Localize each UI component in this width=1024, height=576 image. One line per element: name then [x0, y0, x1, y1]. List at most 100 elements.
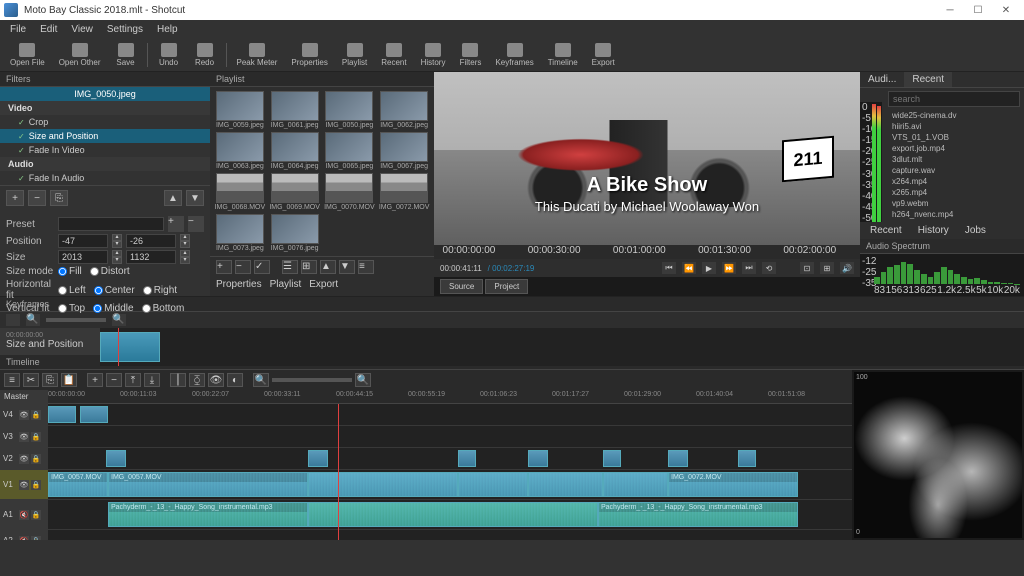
clip[interactable] — [48, 406, 76, 423]
subtab-recent[interactable]: Recent — [864, 224, 908, 237]
timeline-button[interactable]: Timeline — [542, 41, 584, 69]
export-button[interactable]: Export — [586, 41, 621, 69]
playlist-check-button[interactable]: ✓ — [254, 260, 270, 274]
playlist-remove-button[interactable]: − — [235, 260, 251, 274]
tab-properties[interactable]: Properties — [216, 279, 262, 290]
search-input[interactable] — [888, 91, 1020, 107]
clip[interactable] — [528, 450, 548, 467]
playlist-item[interactable]: IMG_0068.MOV — [214, 173, 266, 211]
master-label[interactable]: Master — [0, 390, 48, 404]
minimize-button[interactable]: ─ — [936, 1, 964, 19]
video-viewer[interactable]: 211 A Bike Show This Ducati by Michael W… — [434, 72, 860, 245]
playlist-add-button[interactable]: + — [216, 260, 232, 274]
menu-settings[interactable]: Settings — [101, 22, 149, 37]
tab-project[interactable]: Project — [485, 279, 528, 294]
close-button[interactable]: ✕ — [992, 1, 1020, 19]
clip[interactable] — [308, 472, 458, 497]
track-v1-header[interactable]: V1👁🔒 — [0, 470, 48, 499]
recent-item[interactable]: x264.mp4 — [884, 176, 1024, 187]
size-h-input[interactable] — [126, 250, 176, 264]
clip[interactable] — [308, 450, 328, 467]
playlist-item[interactable]: IMG_0062.jpeg — [378, 91, 430, 129]
tab-audio[interactable]: Audi... — [860, 72, 904, 87]
skip-start-button[interactable]: ⏮ — [662, 262, 676, 274]
tl-copy-button[interactable]: ⎘ — [42, 373, 58, 387]
playlist-item[interactable]: IMG_0067.jpeg — [378, 132, 430, 170]
remove-filter-button[interactable]: − — [28, 190, 46, 206]
loop-button[interactable]: ⟲ — [762, 262, 776, 274]
clip[interactable] — [528, 472, 603, 497]
save-button[interactable]: Save — [109, 41, 143, 69]
playlist-item[interactable]: IMG_0073.jpeg — [214, 214, 266, 252]
playlist-item[interactable]: IMG_0050.jpeg — [324, 91, 376, 129]
tl-zoom-out-button[interactable]: 🔍 — [253, 373, 269, 387]
keyframes-button[interactable]: Keyframes — [489, 41, 539, 69]
clip[interactable]: IMG_0057.MOV — [108, 472, 308, 497]
open-file-button[interactable]: Open File — [4, 41, 51, 69]
playlist-item[interactable]: IMG_0070.MOV — [324, 173, 376, 211]
clip[interactable] — [603, 472, 668, 497]
playlist-item[interactable]: IMG_0076.jpeg — [269, 214, 321, 252]
clip[interactable] — [308, 502, 598, 527]
playlist-grid-view-button[interactable]: ⊞ — [301, 260, 317, 274]
clip[interactable]: Pachyderm_-_13_-_Happy_Song_instrumental… — [108, 502, 308, 527]
tl-remove-button[interactable]: − — [106, 373, 122, 387]
position-x-input[interactable] — [58, 234, 108, 248]
filter-fade-in-audio[interactable]: Fade In Audio — [0, 171, 210, 185]
preset-select[interactable] — [58, 217, 164, 231]
kf-menu-button[interactable] — [6, 314, 20, 326]
clip[interactable] — [106, 450, 126, 467]
preview-ruler[interactable]: 00:00:00:00 00:00:30:00 00:01:00:00 00:0… — [434, 245, 860, 259]
preset-add-button[interactable]: + — [168, 216, 184, 232]
recent-item[interactable]: VTS_01_1.VOB — [884, 132, 1024, 143]
clip[interactable] — [458, 472, 528, 497]
peak-meter-button[interactable]: Peak Meter — [231, 41, 284, 69]
move-down-button[interactable]: ▼ — [186, 190, 204, 206]
playlist-item[interactable]: IMG_0063.jpeg — [214, 132, 266, 170]
tl-zoom-slider[interactable] — [272, 378, 352, 382]
playlist-item[interactable]: IMG_0064.jpeg — [269, 132, 321, 170]
subtab-jobs[interactable]: Jobs — [959, 224, 992, 237]
track-a2-header[interactable]: A2🔇🔒 — [0, 530, 48, 540]
recent-item[interactable]: hevc_nvenc.mp4 — [884, 220, 1024, 222]
add-filter-button[interactable]: + — [6, 190, 24, 206]
playlist-item[interactable]: IMG_0065.jpeg — [324, 132, 376, 170]
filters-button[interactable]: Filters — [453, 41, 487, 69]
zoom-fit-button[interactable]: ⊡ — [800, 262, 814, 274]
recent-item[interactable]: 3dlut.mlt — [884, 154, 1024, 165]
recent-button[interactable]: Recent — [375, 41, 412, 69]
kf-track[interactable] — [100, 328, 1024, 366]
clip[interactable]: IMG_0072.MOV — [668, 472, 798, 497]
tl-split-button[interactable]: ⎮ — [170, 373, 186, 387]
timeline-ruler[interactable]: 00:00:00:0000:00:11:0300:00:22:0700:00:3… — [48, 390, 852, 404]
filter-fade-in-video[interactable]: Fade In Video — [0, 143, 210, 157]
playlist-item[interactable]: IMG_0059.jpeg — [214, 91, 266, 129]
tab-source[interactable]: Source — [440, 279, 483, 294]
playlist-item[interactable]: IMG_0069.MOV — [269, 173, 321, 211]
recent-item[interactable]: hiiri5.avi — [884, 121, 1024, 132]
tl-ripple-button[interactable]: ◐ — [227, 373, 243, 387]
tab-recent[interactable]: Recent — [904, 72, 952, 87]
playlist-button[interactable]: Playlist — [336, 41, 373, 69]
tl-append-button[interactable]: + — [87, 373, 103, 387]
filter-size-position[interactable]: Size and Position — [0, 129, 210, 143]
position-y-input[interactable] — [126, 234, 176, 248]
menu-help[interactable]: Help — [151, 22, 184, 37]
volume-button[interactable]: 🔊 — [840, 262, 854, 274]
history-button[interactable]: History — [415, 41, 452, 69]
clip[interactable]: Pachyderm_-_13_-_Happy_Song_instrumental… — [598, 502, 798, 527]
clip[interactable] — [738, 450, 756, 467]
recent-item[interactable]: export.job.mp4 — [884, 143, 1024, 154]
track-a1-header[interactable]: A1🔇🔒 — [0, 500, 48, 529]
tl-paste-button[interactable]: 📋 — [61, 373, 77, 387]
playlist-item[interactable]: IMG_0061.jpeg — [269, 91, 321, 129]
properties-button[interactable]: Properties — [285, 41, 333, 69]
track-v3-header[interactable]: V3👁🔒 — [0, 426, 48, 447]
tl-menu-button[interactable]: ≡ — [4, 373, 20, 387]
clip[interactable] — [80, 406, 108, 423]
menu-edit[interactable]: Edit — [34, 22, 63, 37]
tl-snap-button[interactable]: ⧲ — [189, 373, 205, 387]
recent-item[interactable]: vp9.webm — [884, 198, 1024, 209]
menu-file[interactable]: File — [4, 22, 32, 37]
preset-del-button[interactable]: − — [188, 216, 204, 232]
